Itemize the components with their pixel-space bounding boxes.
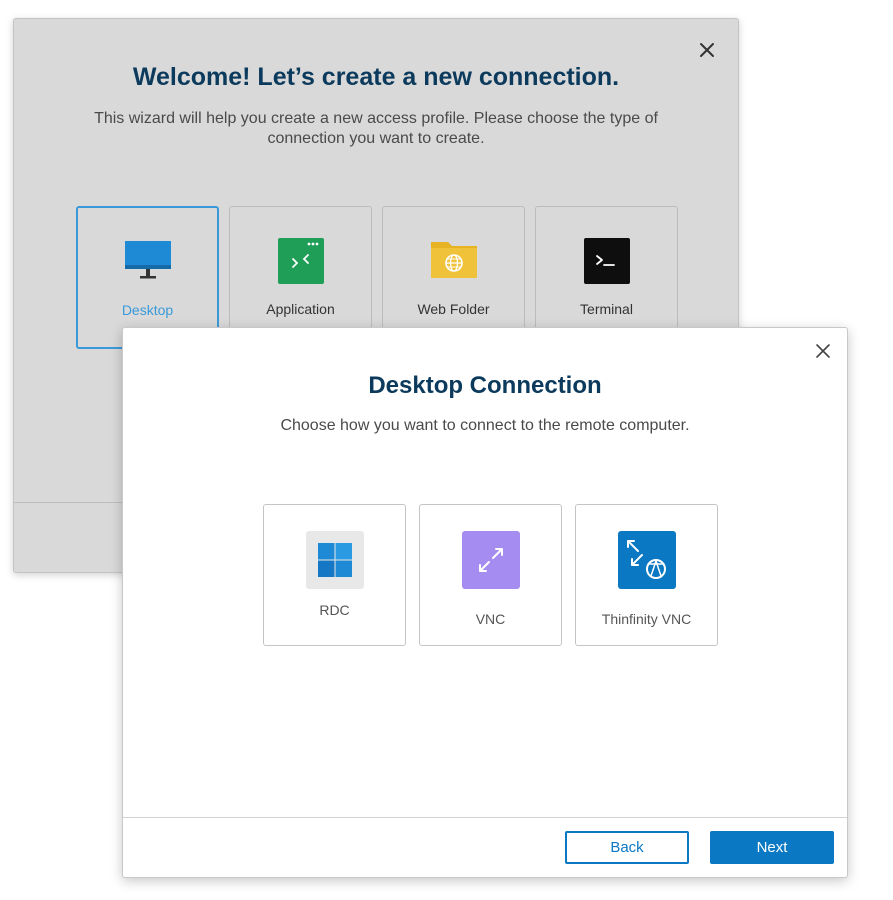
welcome-subtitle: This wizard will help you create a new a… [94,110,658,147]
method-label: RDC [319,602,350,618]
method-label: Thinfinity VNC [601,611,692,627]
back-button[interactable]: Back [565,831,689,864]
desktop-connection-title: Desktop Connection [368,372,602,399]
connection-type-label: Desktop [121,302,174,318]
method-label: VNC [475,611,506,627]
connection-type-label: Terminal [580,301,633,317]
connection-method-grid: RDC VNC Thinfinity VNC [263,504,718,646]
application-icon [277,238,324,284]
close-icon[interactable] [696,39,718,61]
method-thinfinity-vnc[interactable]: Thinfinity VNC [575,504,718,646]
footer-divider [123,817,847,818]
windows-logo-icon [305,531,364,589]
vnc-arrows-icon [461,531,520,589]
connection-type-label: Web Folder [417,301,490,317]
welcome-title: Welcome! Let’s create a new connection. [132,63,620,91]
connection-type-label: Application [266,301,335,317]
method-rdc[interactable]: RDC [263,504,406,646]
desktop-connection-subtitle: Choose how you want to connect to the re… [280,417,690,434]
close-icon[interactable] [813,341,833,361]
terminal-icon [583,238,630,284]
desktop-connection-dialog: Desktop Connection Choose how you want t… [122,327,848,878]
monitor-icon [124,241,171,279]
next-button[interactable]: Next [710,831,834,864]
thinfinity-vnc-icon [617,531,676,589]
method-vnc[interactable]: VNC [419,504,562,646]
web-folder-icon [430,242,477,278]
